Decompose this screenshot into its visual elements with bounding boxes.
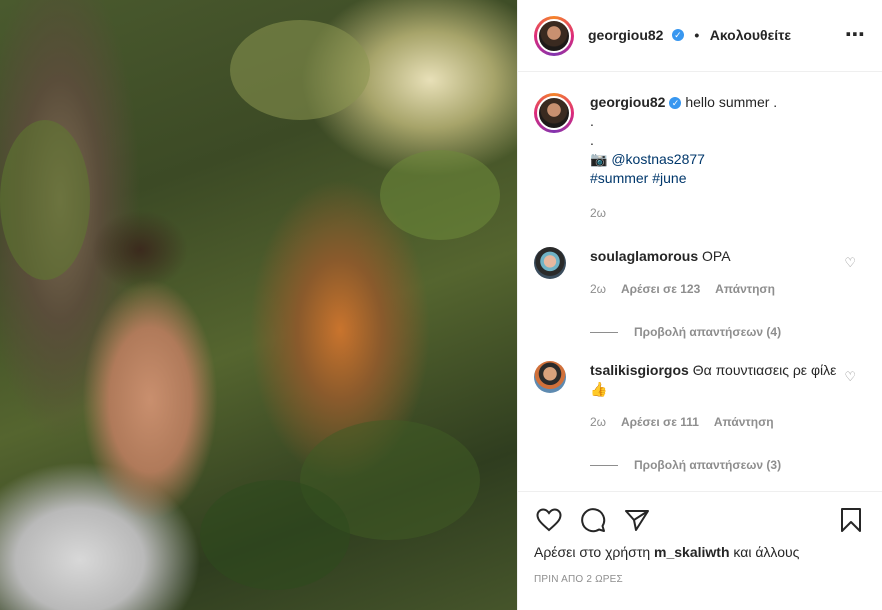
following-button[interactable]: Ακολουθείτε	[710, 27, 791, 43]
caption: georgiou82 ✓ hello summer . . . 📷 @kostna…	[534, 93, 866, 223]
comment-time[interactable]: 2ω	[590, 415, 606, 429]
liker-username[interactable]: m_skaliwth	[654, 544, 729, 560]
view-replies-label: Προβολή απαντήσεων (4)	[634, 325, 782, 339]
comment-body: tsalikisgiorgos Θα πουντιασεις ρε φίλε 👍…	[590, 361, 866, 432]
heart-icon[interactable]	[534, 505, 564, 535]
hashtag-link[interactable]: #summer	[590, 170, 648, 186]
caption-dot: .	[590, 132, 594, 148]
verified-badge-icon: ✓	[669, 97, 682, 110]
comment-text: ΟΡΑ	[702, 248, 731, 264]
action-bar	[534, 492, 866, 544]
verified-badge-icon: ✓	[671, 29, 684, 42]
commenter-username[interactable]: tsalikisgiorgos	[590, 362, 689, 378]
caption-text: hello summer .	[685, 94, 778, 110]
commenter-username[interactable]: soulaglamorous	[590, 248, 698, 264]
share-icon[interactable]	[622, 505, 652, 535]
post-sidebar: georgiou82 ✓ • Ακολουθείτε ⋯ georgiou82 ✓…	[517, 0, 882, 610]
comment-like-heart-icon[interactable]: ♡	[844, 369, 856, 385]
view-replies-button[interactable]: Προβολή απαντήσεων (4)	[590, 325, 866, 339]
commenter-avatar[interactable]	[534, 247, 566, 279]
comment-likes[interactable]: Αρέσει σε 111	[621, 415, 699, 429]
post-footer: Αρέσει στο χρήστη m_skaliwth και άλλους …	[518, 491, 882, 610]
caption-time[interactable]: 2ω	[590, 206, 606, 220]
view-replies-label: Προβολή απαντήσεων (3)	[634, 458, 782, 472]
comment-like-heart-icon[interactable]: ♡	[844, 255, 856, 271]
reply-button[interactable]: Απάντηση	[714, 415, 774, 429]
comment-likes[interactable]: Αρέσει σε 123	[621, 282, 700, 296]
follow-separator: •	[694, 26, 700, 43]
caption-body: georgiou82 ✓ hello summer . . . 📷 @kostna…	[590, 93, 866, 223]
post-photo[interactable]	[0, 0, 517, 610]
mention-link[interactable]: @kostnas2877	[611, 151, 705, 167]
reply-button[interactable]: Απάντηση	[715, 282, 775, 296]
comment-item: tsalikisgiorgos Θα πουντιασεις ρε φίλε 👍…	[534, 361, 866, 432]
comment-item: soulaglamorous ΟΡΑ 2ω Αρέσει σε 123 Απάν…	[534, 247, 866, 299]
replies-divider	[590, 464, 618, 466]
commenter-avatar[interactable]	[534, 361, 566, 393]
author-avatar[interactable]	[534, 15, 574, 56]
caption-avatar[interactable]	[534, 93, 574, 133]
author-info: georgiou82 ✓ • Ακολουθείτε	[588, 27, 791, 45]
hashtag-link[interactable]: #june	[652, 170, 686, 186]
bookmark-icon[interactable]	[836, 505, 866, 535]
likes-suffix[interactable]: και άλλους	[733, 544, 799, 560]
view-replies-button[interactable]: Προβολή απαντήσεων (3)	[590, 458, 866, 472]
post-header: georgiou82 ✓ • Ακολουθείτε ⋯	[518, 0, 882, 72]
camera-icon: 📷	[590, 151, 608, 167]
post-modal: georgiou82 ✓ • Ακολουθείτε ⋯ georgiou82 ✓…	[0, 0, 882, 610]
comments-section: georgiou82 ✓ hello summer . . . 📷 @kostna…	[518, 73, 882, 491]
comment-time[interactable]: 2ω	[590, 282, 606, 296]
caption-username[interactable]: georgiou82	[590, 94, 665, 110]
author-username[interactable]: georgiou82	[588, 27, 663, 43]
caption-dot: .	[590, 113, 594, 129]
comment-body: soulaglamorous ΟΡΑ 2ω Αρέσει σε 123 Απάν…	[590, 247, 866, 299]
more-options-icon[interactable]: ⋯	[845, 22, 866, 47]
post-timestamp[interactable]: ΠΡΙΝ ΑΠΟ 2 ΩΡΕΣ	[534, 574, 866, 585]
likes-summary[interactable]: Αρέσει στο χρήστη m_skaliwth και άλλους	[534, 544, 866, 560]
comment-icon[interactable]	[578, 505, 608, 535]
replies-divider	[590, 331, 618, 333]
likes-prefix: Αρέσει στο χρήστη	[534, 544, 651, 560]
